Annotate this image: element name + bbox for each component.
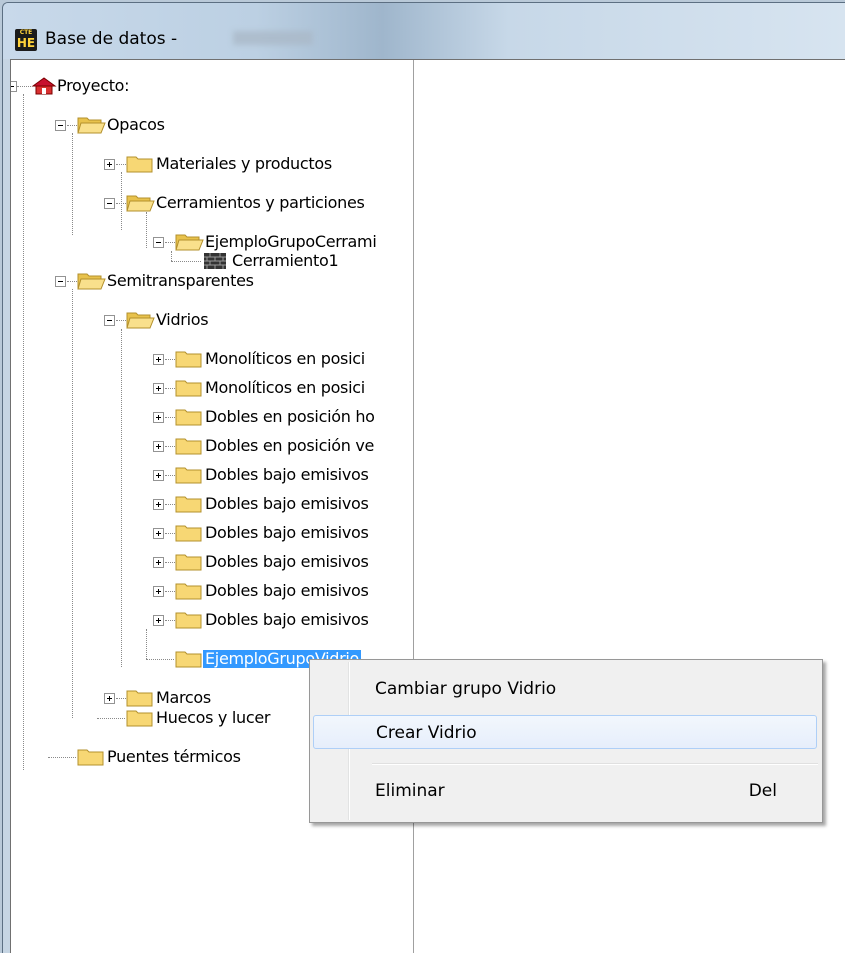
tree-label: Opacos xyxy=(107,115,165,134)
tree-node-proyecto[interactable]: Proyecto: xyxy=(11,76,411,96)
tree-label: Monolíticos en posici xyxy=(205,349,365,368)
folder-icon xyxy=(175,467,202,484)
open-folder-icon xyxy=(77,273,106,290)
expand-icon[interactable] xyxy=(153,586,164,597)
expand-icon[interactable] xyxy=(153,528,164,539)
tree-label: Dobles bajo emisivos xyxy=(205,552,369,571)
folder-icon xyxy=(175,496,202,513)
tree-label: Materiales y productos xyxy=(156,154,332,173)
tree-node-vidrio-group[interactable]: Monolíticos en posici xyxy=(11,378,411,398)
expand-icon[interactable] xyxy=(153,441,164,452)
tree-node-materiales[interactable]: Materiales y productos xyxy=(11,154,411,174)
menu-item-label: Eliminar xyxy=(375,781,445,801)
tree-label: Dobles bajo emisivos xyxy=(205,465,369,484)
expand-icon[interactable] xyxy=(153,557,164,568)
tree-node-vidrio-group[interactable]: Dobles bajo emisivos xyxy=(11,581,411,601)
open-folder-icon xyxy=(126,195,155,212)
title-bar[interactable]: CTE HE Base de datos - xyxy=(3,3,845,59)
tree-node-semitransparentes[interactable]: Semitransparentes xyxy=(11,271,411,291)
tree-label: Vidrios xyxy=(156,310,209,329)
expand-icon[interactable] xyxy=(153,615,164,626)
tree-node-vidrio-group[interactable]: Monolíticos en posici xyxy=(11,349,411,369)
context-menu: Cambiar grupo Vidrio Crear Vidrio Elimin… xyxy=(309,659,823,823)
collapse-icon[interactable] xyxy=(104,315,115,326)
collapse-icon[interactable] xyxy=(153,237,164,248)
menu-item-shortcut: Del xyxy=(748,781,777,801)
folder-icon xyxy=(175,409,202,426)
collapse-icon[interactable] xyxy=(104,198,115,209)
menu-item-cambiar-grupo-vidrio[interactable]: Cambiar grupo Vidrio xyxy=(313,672,817,706)
tree-label: Dobles bajo emisivos xyxy=(205,494,369,513)
folder-icon xyxy=(175,438,202,455)
tree-node-vidrio-group[interactable]: Dobles bajo emisivos xyxy=(11,523,411,543)
tree-node-cerramiento1[interactable]: Cerramiento1 xyxy=(11,251,411,271)
tree-node-vidrio-group[interactable]: Dobles bajo emisivos xyxy=(11,610,411,630)
tree-node-vidrio-group[interactable]: Dobles bajo emisivos xyxy=(11,494,411,514)
tree-label: Cerramiento1 xyxy=(232,251,339,270)
folder-icon xyxy=(175,612,202,629)
tree-node-vidrio-group[interactable]: Dobles bajo emisivos xyxy=(11,552,411,572)
tree-label: Huecos y lucer xyxy=(156,708,271,727)
expand-icon[interactable] xyxy=(153,412,164,423)
menu-separator xyxy=(372,763,818,765)
menu-item-label: Crear Vidrio xyxy=(376,723,477,743)
brick-wall-icon xyxy=(204,253,226,269)
tree-label: Marcos xyxy=(156,688,211,707)
tree-label: EjemploGrupoCerrami xyxy=(205,232,377,251)
window-title: Base de datos - xyxy=(45,29,178,49)
folder-icon xyxy=(126,156,153,173)
folder-icon xyxy=(175,351,202,368)
tree-label: Dobles bajo emisivos xyxy=(205,523,369,542)
tree-node-opacos[interactable]: Opacos xyxy=(11,115,411,135)
menu-item-crear-vidrio[interactable]: Crear Vidrio xyxy=(313,715,817,749)
folder-icon xyxy=(77,749,104,766)
folder-icon xyxy=(175,554,202,571)
folder-icon xyxy=(175,651,202,668)
folder-icon xyxy=(175,583,202,600)
tree-node-cerramientos[interactable]: Cerramientos y particiones xyxy=(11,193,411,213)
folder-icon xyxy=(175,525,202,542)
tree-label: Semitransparentes xyxy=(107,271,254,290)
folder-icon xyxy=(126,710,153,727)
tree-label: Proyecto: xyxy=(57,76,130,95)
collapse-icon[interactable] xyxy=(55,120,66,131)
expand-icon[interactable] xyxy=(104,159,115,170)
expand-icon[interactable] xyxy=(153,354,164,365)
expand-icon[interactable] xyxy=(153,470,164,481)
tree-label: Dobles en posición ve xyxy=(205,436,375,455)
menu-item-label: Cambiar grupo Vidrio xyxy=(375,679,557,699)
expand-icon[interactable] xyxy=(153,383,164,394)
collapse-icon[interactable] xyxy=(55,276,66,287)
tree-node-vidrio-group[interactable]: Dobles en posición ho xyxy=(11,407,411,427)
tree-node-vidrios[interactable]: Vidrios xyxy=(11,310,411,330)
expand-icon[interactable] xyxy=(153,499,164,510)
open-folder-icon xyxy=(175,234,204,251)
tree-label: Puentes térmicos xyxy=(107,747,241,766)
tree-label: Dobles bajo emisivos xyxy=(205,581,369,600)
app-logo-icon[interactable]: CTE HE xyxy=(15,29,37,51)
tree-label: Monolíticos en posici xyxy=(205,378,365,397)
tree-node-grupo-cerramientos[interactable]: EjemploGrupoCerrami xyxy=(11,232,411,252)
tree-node-vidrio-group[interactable]: Dobles en posición ve xyxy=(11,436,411,456)
tree-node-vidrio-group[interactable]: Dobles bajo emisivos xyxy=(11,465,411,485)
app-logo-he-text: HE xyxy=(16,36,36,50)
folder-icon xyxy=(175,380,202,397)
open-folder-icon xyxy=(77,117,106,134)
title-redacted xyxy=(233,31,313,45)
house-icon xyxy=(31,77,57,95)
tree-label: Cerramientos y particiones xyxy=(156,193,365,212)
open-folder-icon xyxy=(126,312,155,329)
folder-icon xyxy=(126,690,153,707)
tree-label: Dobles bajo emisivos xyxy=(205,610,369,629)
menu-item-eliminar[interactable]: Eliminar Del xyxy=(313,774,817,808)
expand-icon[interactable] xyxy=(104,693,115,704)
tree-label: Dobles en posición ho xyxy=(205,407,375,426)
